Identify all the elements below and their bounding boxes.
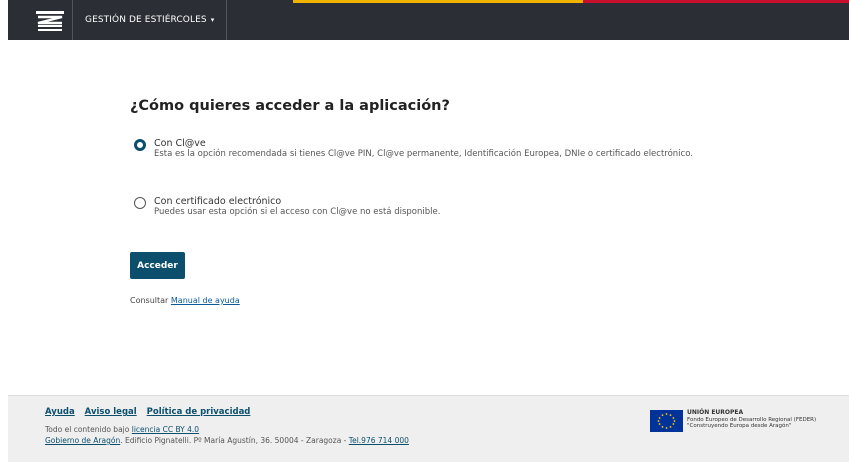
app-menu-label: GESTIÓN DE ESTIÉRCOLES bbox=[85, 15, 207, 25]
eu-feder-badge: UNIÓN EUROPEA Fondo Europeo de Desarroll… bbox=[650, 409, 816, 432]
app-menu-dropdown[interactable]: GESTIÓN DE ESTIÉRCOLES ▾ bbox=[72, 0, 228, 40]
eu-flag-icon bbox=[650, 410, 683, 432]
manual-ayuda-link[interactable]: Manual de ayuda bbox=[171, 296, 240, 305]
footer-address: . Edificio Pignatelli. Pº María Agustín,… bbox=[120, 436, 347, 445]
license-prefix: Todo el contenido bajo bbox=[45, 425, 130, 434]
option-clave-description: Esta es la opción recomendada si tienes … bbox=[154, 149, 693, 159]
page-title: ¿Cómo quieres acceder a la aplicación? bbox=[130, 98, 450, 114]
footer-address-line: Gobierno de Aragón. Edificio Pignatelli.… bbox=[45, 436, 409, 445]
footer: Ayuda Aviso legal Política de privacidad… bbox=[8, 395, 849, 462]
acceder-button[interactable]: Acceder bbox=[130, 252, 185, 279]
help-line: Consultar Manual de ayuda bbox=[130, 296, 240, 305]
option-clave-title: Con Cl@ve bbox=[154, 138, 206, 149]
option-certificado-description: Puedes usar esta opción si el acceso con… bbox=[154, 207, 441, 217]
footer-link-aviso-legal[interactable]: Aviso legal bbox=[85, 407, 137, 417]
radio-clave[interactable] bbox=[134, 139, 146, 151]
option-certificado[interactable]: Con certificado electrónico Puedes usar … bbox=[134, 196, 694, 218]
aragon-logo-icon[interactable] bbox=[36, 11, 64, 33]
option-clave[interactable]: Con Cl@ve Esta es la opción recomendada … bbox=[134, 138, 694, 160]
help-prefix: Consultar bbox=[130, 296, 169, 305]
chevron-down-icon: ▾ bbox=[210, 16, 215, 24]
footer-link-ayuda[interactable]: Ayuda bbox=[45, 407, 75, 417]
footer-links: Ayuda Aviso legal Política de privacidad bbox=[45, 407, 257, 417]
phone-link[interactable]: Tel.976 714 000 bbox=[349, 436, 409, 445]
gobierno-aragon-link[interactable]: Gobierno de Aragón bbox=[45, 436, 120, 445]
option-certificado-title: Con certificado electrónico bbox=[154, 196, 282, 207]
footer-link-privacidad[interactable]: Política de privacidad bbox=[147, 407, 251, 417]
eu-line2: "Construyendo Europa desde Aragón" bbox=[687, 423, 792, 429]
footer-license-line: Todo el contenido bajo licencia CC BY 4.… bbox=[45, 425, 199, 434]
license-link[interactable]: licencia CC BY 4.0 bbox=[132, 425, 199, 434]
radio-certificado[interactable] bbox=[134, 197, 146, 209]
